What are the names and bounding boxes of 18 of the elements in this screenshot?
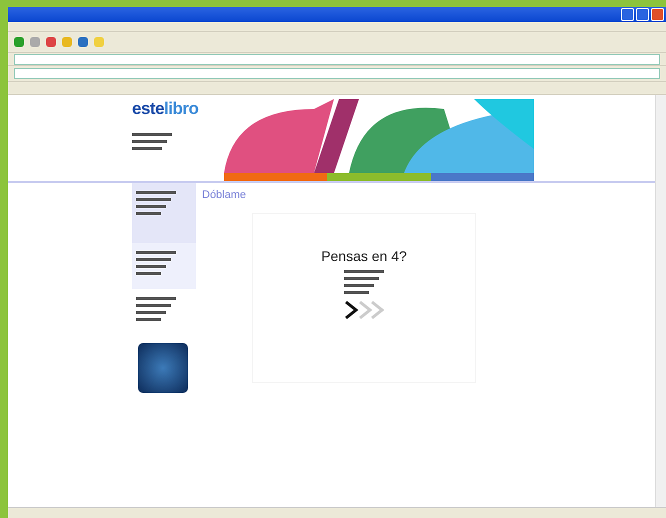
search-field[interactable] (14, 68, 660, 79)
scroll-bar[interactable] (655, 95, 666, 507)
promo-heading: Pensas en 4? (321, 248, 407, 264)
nav-tab[interactable] (327, 173, 431, 181)
close-button[interactable] (651, 8, 664, 21)
address-field[interactable] (14, 54, 660, 64)
site-logo[interactable]: estelibro (132, 99, 224, 119)
nav-tab[interactable] (224, 173, 328, 181)
illegible-text-drawing (132, 133, 172, 150)
nav-tab[interactable] (430, 173, 534, 181)
illegible-text-drawing (136, 297, 176, 321)
arrows-icon[interactable] (344, 300, 384, 320)
maximize-button[interactable] (636, 8, 649, 21)
illegible-text-drawing (344, 270, 384, 294)
illegible-text-drawing (136, 191, 176, 215)
minimize-button[interactable] (621, 8, 634, 21)
illegible-text-drawing (136, 251, 176, 275)
badge-image[interactable] (138, 343, 188, 393)
